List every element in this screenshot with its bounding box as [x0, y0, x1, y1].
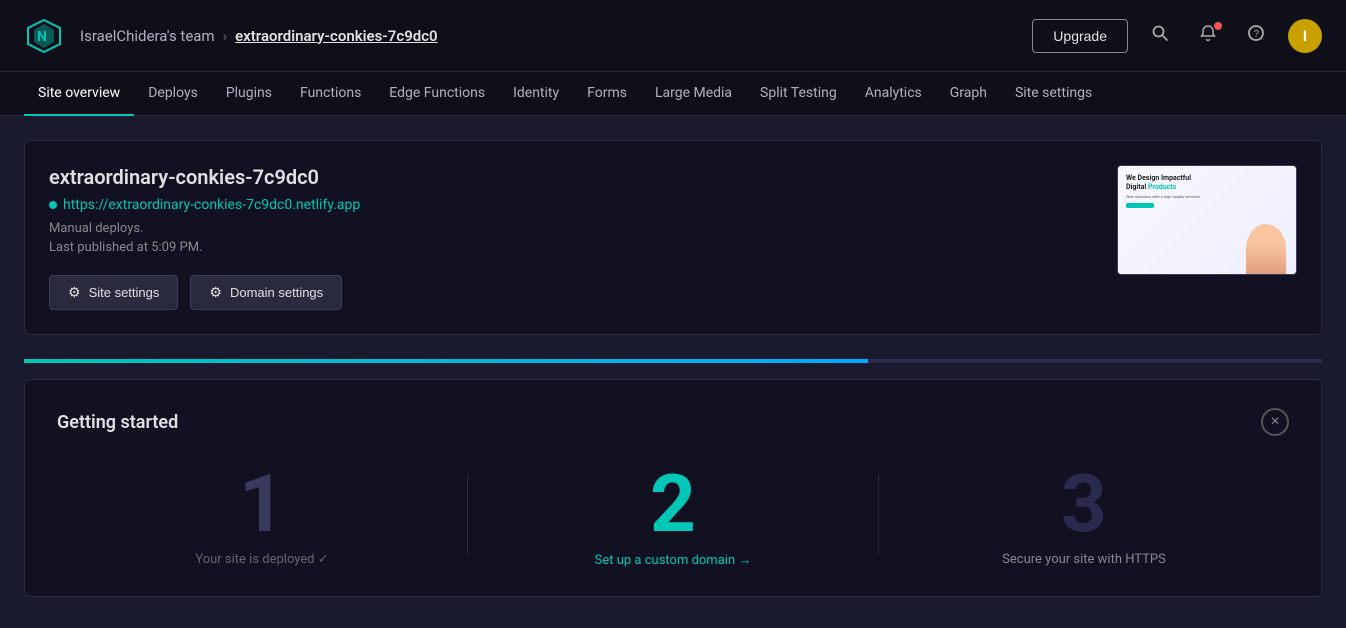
step-3: 3 Secure your site with HTTPS [879, 464, 1289, 567]
site-preview: We Design Impactful Digital Products Web… [1117, 165, 1297, 275]
preview-description: Web solutions with a high quality servic… [1126, 194, 1288, 199]
topbar: N IsraelChidera's team › extraordinary-c… [0, 0, 1346, 72]
search-button[interactable] [1144, 20, 1176, 52]
step-1-number: 1 [239, 464, 285, 544]
search-icon [1151, 24, 1169, 47]
topbar-actions: Upgrade ? [1032, 19, 1322, 53]
nav-item-graph[interactable]: Graph [936, 72, 1001, 116]
help-button[interactable]: ? [1240, 20, 1272, 52]
breadcrumb-site[interactable]: extraordinary-conkies-7c9dc0 [235, 27, 438, 45]
site-actions: ⚙ Site settings ⚙ Domain settings [49, 275, 1117, 310]
notifications-button[interactable] [1192, 20, 1224, 52]
close-icon: × [1270, 413, 1279, 431]
nav-item-forms[interactable]: Forms [573, 72, 641, 116]
site-name: extraordinary-conkies-7c9dc0 [49, 165, 1117, 189]
main-content: extraordinary-conkies-7c9dc0 https://ext… [0, 116, 1346, 597]
nav-item-split-testing[interactable]: Split Testing [746, 72, 851, 116]
deploy-type: Manual deploys. [49, 221, 1117, 236]
svg-text:N: N [37, 29, 47, 45]
last-published: Last published at 5:09 PM. [49, 240, 1117, 255]
site-url-link[interactable]: https://extraordinary-conkies-7c9dc0.net… [63, 197, 360, 213]
domain-settings-button[interactable]: ⚙ Domain settings [190, 275, 342, 310]
breadcrumb-separator: › [223, 27, 228, 45]
site-settings-button[interactable]: ⚙ Site settings [49, 275, 178, 310]
step-2: 2 Set up a custom domain → [468, 464, 878, 568]
status-dot [49, 201, 57, 209]
site-info: extraordinary-conkies-7c9dc0 https://ext… [49, 165, 1117, 310]
breadcrumb-team[interactable]: IsraelChidera's team [80, 27, 215, 45]
site-card: extraordinary-conkies-7c9dc0 https://ext… [24, 140, 1322, 335]
gear-icon-2: ⚙ [209, 284, 222, 301]
preview-headline3: Products [1148, 183, 1176, 191]
step-3-number: 3 [1061, 464, 1107, 544]
svg-text:?: ? [1254, 29, 1260, 40]
step-2-label[interactable]: Set up a custom domain → [595, 552, 752, 568]
nav-item-large-media[interactable]: Large Media [641, 72, 746, 116]
step-1: 1 Your site is deployed ✓ [57, 464, 467, 567]
preview-headline2: Digital Products [1126, 183, 1288, 192]
notification-badge [1214, 22, 1222, 30]
main-nav: Site overview Deploys Plugins Functions … [0, 72, 1346, 116]
avatar[interactable]: I [1288, 19, 1322, 53]
nav-item-deploys[interactable]: Deploys [134, 72, 212, 116]
nav-item-edge-functions[interactable]: Edge Functions [375, 72, 499, 116]
circle-icon: ? [1247, 24, 1265, 47]
steps-row: 1 Your site is deployed ✓ 2 Set up a cus… [57, 464, 1289, 568]
nav-item-analytics[interactable]: Analytics [851, 72, 936, 116]
breadcrumb: IsraelChidera's team › extraordinary-con… [80, 27, 1032, 45]
getting-started-section: Getting started × 1 Your site is deploye… [24, 379, 1322, 597]
netlify-logo: N [24, 16, 64, 56]
preview-cta [1126, 203, 1154, 208]
step-1-label: Your site is deployed ✓ [195, 552, 328, 567]
preview-image [1246, 224, 1286, 274]
nav-item-functions[interactable]: Functions [286, 72, 375, 116]
site-url-row: https://extraordinary-conkies-7c9dc0.net… [49, 197, 1117, 213]
preview-headline1: We Design Impactful [1126, 174, 1288, 183]
nav-item-site-settings[interactable]: Site settings [1001, 72, 1106, 116]
upgrade-button[interactable]: Upgrade [1032, 19, 1128, 53]
step-3-label: Secure your site with HTTPS [1002, 552, 1166, 567]
gear-icon: ⚙ [68, 284, 81, 301]
nav-item-plugins[interactable]: Plugins [212, 72, 286, 116]
step-2-number: 2 [650, 464, 696, 544]
getting-started-title: Getting started [57, 412, 178, 433]
nav-item-identity[interactable]: Identity [499, 72, 573, 116]
nav-item-site-overview[interactable]: Site overview [24, 72, 134, 116]
getting-started-header: Getting started × [57, 408, 1289, 436]
close-getting-started-button[interactable]: × [1261, 408, 1289, 436]
